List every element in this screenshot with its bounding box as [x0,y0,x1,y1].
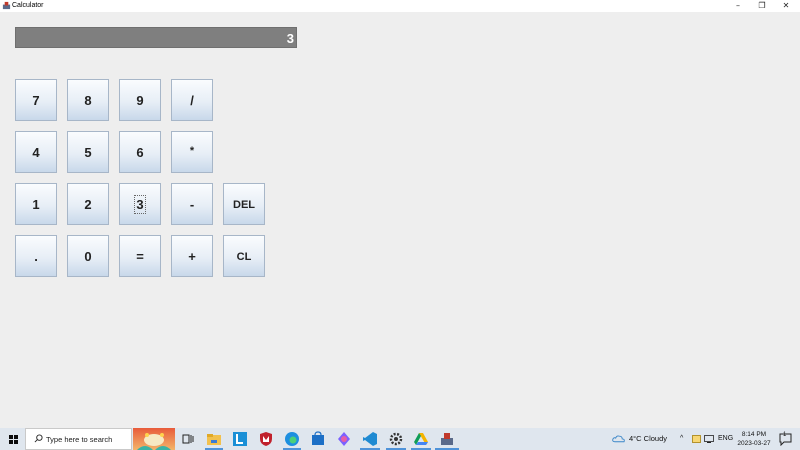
key-2[interactable]: 2 [67,183,109,225]
key-9[interactable]: 9 [119,79,161,121]
clock-date[interactable]: 2023-03-27 [734,439,774,448]
calculator-window: Calculator – ❐ ✕ 3 7 8 9 / 4 5 6 * 1 2 3… [0,0,800,450]
network-icon[interactable] [704,435,714,443]
notification-count-badge: 1 [783,432,787,438]
l-app-icon[interactable] [232,431,248,447]
taskbar-search-box[interactable]: Type here to search [25,428,132,450]
key-delete[interactable]: DEL [223,183,265,225]
store-icon[interactable] [310,431,326,447]
key-equals[interactable]: = [119,235,161,277]
task-view-icon[interactable] [180,431,196,447]
key-6[interactable]: 6 [119,131,161,173]
key-7[interactable]: 7 [15,79,57,121]
key-3[interactable]: 3 [119,183,161,225]
window-title: Calculator [12,2,44,9]
title-bar: Calculator – ❐ ✕ [0,0,800,12]
windows-logo-icon-part [14,440,18,444]
vscode-icon[interactable] [362,431,378,447]
weather-label[interactable]: 4°C Cloudy [629,428,667,450]
java-app-icon [2,1,11,10]
festival-illustration-icon [137,433,171,450]
tray-app-icon[interactable] [692,435,701,443]
clock-time[interactable]: 8:14 PM [738,430,770,439]
search-placeholder: Type here to search [46,435,113,444]
windows-logo-icon-part [9,440,13,444]
display-value: 3 [286,31,294,46]
maximize-button[interactable]: ❐ [750,0,774,12]
language-indicator[interactable]: ENG [718,428,733,450]
windows-taskbar: Type here to search 4°C Cloudy ^ ENG 8:1… [0,428,800,450]
search-icon [34,434,43,443]
copilot-app-icon[interactable] [336,431,352,447]
calculator-display[interactable]: 3 [15,27,297,48]
minimize-button[interactable]: – [726,0,750,12]
key-subtract[interactable]: - [171,183,213,225]
windows-logo-icon [9,435,13,439]
cloud-icon[interactable] [612,434,625,443]
key-8[interactable]: 8 [67,79,109,121]
drive-app-icon[interactable] [413,431,429,447]
start-button[interactable] [0,428,25,450]
settings-gear-icon[interactable] [388,431,404,447]
news-widget-button[interactable] [133,428,175,450]
key-multiply[interactable]: * [171,131,213,173]
close-button[interactable]: ✕ [774,0,798,12]
mcafee-shield-icon[interactable] [258,431,274,447]
key-clear[interactable]: CL [223,235,265,277]
show-hidden-icons-chevron[interactable]: ^ [680,428,683,450]
key-0[interactable]: 0 [67,235,109,277]
key-divide[interactable]: / [171,79,213,121]
key-5[interactable]: 5 [67,131,109,173]
java-app-taskbar-icon[interactable] [439,431,455,447]
windows-logo-icon-part [14,435,18,439]
file-explorer-icon[interactable] [206,431,222,447]
key-add[interactable]: + [171,235,213,277]
key-decimal[interactable]: . [15,235,57,277]
edge-browser-icon[interactable] [284,431,300,447]
key-1[interactable]: 1 [15,183,57,225]
key-4[interactable]: 4 [15,131,57,173]
